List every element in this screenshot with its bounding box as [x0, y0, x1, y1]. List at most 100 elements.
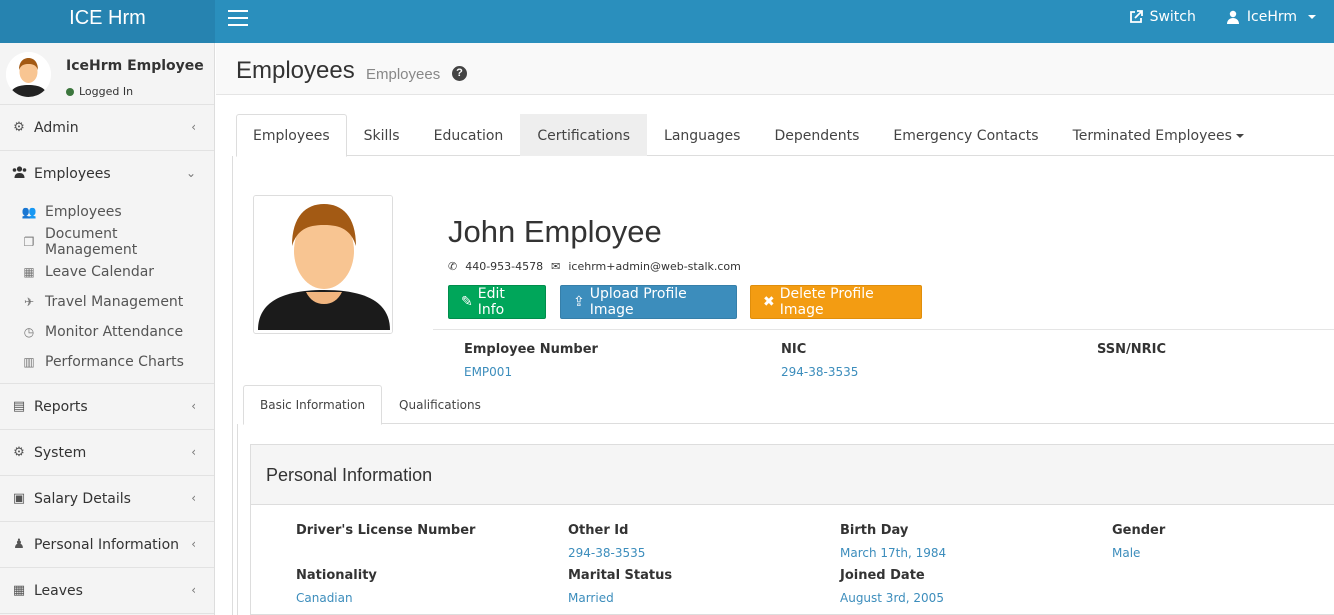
subitem-label: Leave Calendar [45, 264, 155, 280]
subitem-label: Document Management [44, 226, 138, 258]
external-link-icon [1129, 10, 1143, 23]
edit-icon: ✎ [461, 294, 473, 310]
personal-information-title: Personal Information [251, 445, 1334, 505]
online-dot-icon [66, 87, 74, 96]
joined-date-value: August 3rd, 2005 [840, 591, 944, 605]
main-content: Employees Skills Education Certification… [216, 96, 1334, 615]
upload-profile-image-button[interactable]: ⇪ Upload Profile Image [560, 285, 737, 319]
tab-terminated-employees[interactable]: Terminated Employees [1056, 114, 1261, 156]
subitem-label: Travel Management [45, 294, 184, 310]
gender-value: Male [1112, 546, 1141, 560]
sidebar-toggle-icon[interactable] [228, 10, 248, 26]
users-icon [10, 166, 28, 182]
app-logo[interactable]: ICE Hrm [0, 0, 215, 43]
basic-information-panel: Personal Information Driver's License Nu… [237, 424, 1334, 615]
sidebar-item-reports[interactable]: ▤ Reports ‹ [0, 384, 214, 430]
button-label: Delete Profile Image [779, 286, 874, 318]
sidebar-item-label: Reports [34, 398, 88, 415]
male-icon: ♟ [13, 537, 25, 552]
page-subtitle: Employees [366, 66, 441, 83]
employees-submenu: 👥 Employees ❐ Document Management ▦ Leave C… [0, 197, 214, 384]
delete-profile-image-button[interactable]: ✖ Delete Profile Image [750, 285, 922, 319]
marital-status-value: Married [568, 591, 614, 605]
clock-icon: ◷ [23, 325, 35, 339]
sidebar-subitem-performance-charts[interactable]: ▥ Performance Charts [0, 347, 214, 377]
sidebar-subitem-leave-calendar[interactable]: ▦ Leave Calendar [0, 257, 214, 287]
envelope-icon: ✉ [551, 260, 561, 273]
birth-day-label: Birth Day [840, 523, 909, 538]
sidebar-item-label: Leaves [34, 582, 83, 599]
tab-employees[interactable]: Employees [236, 114, 347, 157]
cogs-icon: ⚙ [13, 120, 25, 135]
tab-emergency-contacts[interactable]: Emergency Contacts [876, 114, 1055, 156]
edit-info-button[interactable]: ✎ Edit Info [448, 285, 546, 319]
chevron-left-icon: ‹ [191, 583, 196, 597]
tab-label: Terminated Employees [1072, 128, 1232, 144]
sidebar-subitem-document-management[interactable]: ❐ Document Management [0, 226, 214, 258]
sidebar-item-label: Personal Information [34, 536, 180, 553]
user-menu[interactable]: IceHrm [1226, 9, 1316, 25]
chevron-left-icon: ‹ [191, 445, 196, 459]
subitem-label: Employees [45, 204, 122, 220]
sidebar-item-salary-details[interactable]: ▣ Salary Details ‹ [0, 476, 214, 522]
user-panel: IceHrm Employee Logged In [0, 43, 214, 105]
times-icon: ✖ [763, 294, 775, 310]
tab-education[interactable]: Education [417, 114, 521, 156]
nationality-label: Nationality [296, 568, 377, 583]
avatar [6, 52, 51, 97]
button-label: Edit Info [477, 286, 505, 318]
divider [433, 329, 1334, 330]
nationality-value: Canadian [296, 591, 353, 605]
tab-certifications[interactable]: Certifications [520, 114, 648, 156]
user-name: IceHrm Employee [66, 58, 204, 74]
help-icon[interactable]: ? [452, 66, 467, 81]
ssn-label: SSN/NRIC [1097, 342, 1167, 357]
sidebar-subitem-employees[interactable]: 👥 Employees [0, 197, 214, 227]
sidebar-item-system[interactable]: ⚙ System ‹ [0, 430, 214, 476]
upload-icon: ⇪ [573, 294, 585, 310]
page-header: Employees Employees ? [216, 43, 1334, 95]
page-title: Employees [236, 57, 355, 84]
tab-skills[interactable]: Skills [347, 114, 417, 156]
switch-button[interactable]: Switch [1129, 9, 1196, 25]
button-label: Upload Profile Image [589, 286, 687, 318]
sidebar-subitem-travel-management[interactable]: ✈ Travel Management [0, 287, 214, 317]
phone-icon: ✆ [448, 260, 458, 273]
profile-subtabs: Basic Information Qualifications [243, 385, 1334, 425]
sidebar: IceHrm Employee Logged In ⚙ Admin ‹ Empl… [0, 43, 215, 615]
caret-down-icon [1235, 134, 1244, 138]
sidebar-item-personal-information[interactable]: ♟ Personal Information ‹ [0, 522, 214, 568]
sidebar-item-employees[interactable]: Employees ⌄ [0, 151, 214, 197]
marital-status-label: Marital Status [568, 568, 673, 583]
calendar-icon: ▦ [12, 583, 26, 598]
personal-information-box: Personal Information Driver's License Nu… [250, 444, 1334, 615]
chevron-left-icon: ‹ [191, 120, 196, 134]
bar-chart-icon: ▥ [23, 355, 35, 369]
gender-label: Gender [1112, 523, 1166, 538]
sidebar-item-admin[interactable]: ⚙ Admin ‹ [0, 105, 214, 151]
tab-languages[interactable]: Languages [647, 114, 757, 156]
module-tabs: Employees Skills Education Certification… [236, 114, 1334, 157]
tab-dependents[interactable]: Dependents [757, 114, 876, 156]
profile-image [253, 195, 393, 334]
other-id-label: Other Id [568, 523, 629, 538]
sidebar-item-label: Employees [34, 166, 111, 182]
sidebar-item-leaves[interactable]: ▦ Leaves ‹ [0, 568, 214, 614]
employee-number-label: Employee Number [464, 342, 598, 357]
user-icon [1226, 10, 1239, 24]
top-navbar: ICE Hrm Switch IceHrm [0, 0, 1334, 43]
tab-basic-information[interactable]: Basic Information [243, 385, 383, 425]
chevron-left-icon: ‹ [191, 491, 196, 505]
sidebar-item-label: System [34, 444, 87, 461]
money-icon: ▣ [12, 491, 26, 506]
employee-number-value: EMP001 [464, 365, 513, 379]
sidebar-item-label: Salary Details [34, 490, 131, 507]
employee-name: John Employee [448, 214, 662, 249]
user-menu-label: IceHrm [1246, 9, 1297, 25]
user-status: Logged In [66, 85, 133, 98]
calendar-icon: ▦ [23, 265, 35, 279]
sidebar-subitem-monitor-attendance[interactable]: ◷ Monitor Attendance [0, 317, 214, 347]
employee-panel: John Employee ✆ 440-953-4578 ✉ icehrm+ad… [232, 156, 1334, 615]
tab-qualifications[interactable]: Qualifications [382, 385, 498, 424]
joined-date-label: Joined Date [840, 568, 925, 583]
